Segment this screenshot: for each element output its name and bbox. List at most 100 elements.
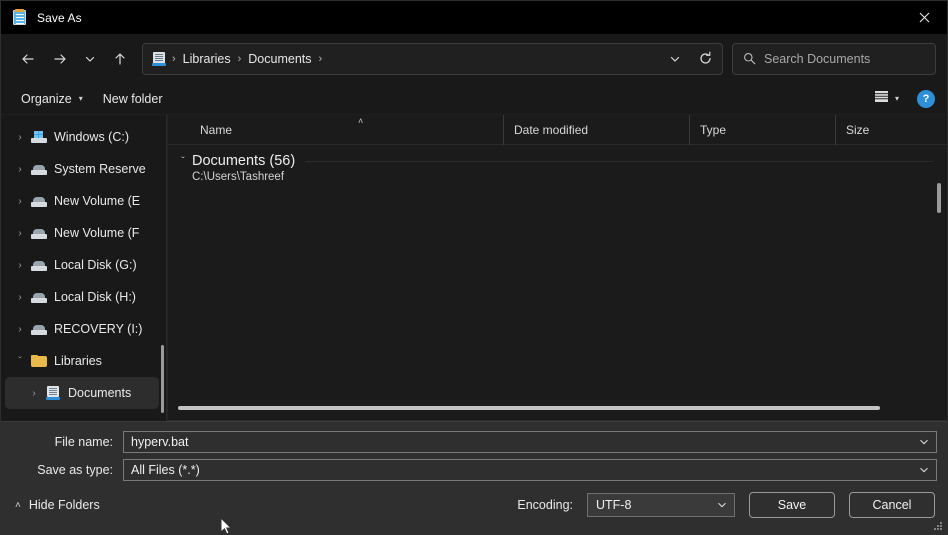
file-name-input[interactable] (131, 435, 914, 449)
chevron-down-icon[interactable]: ˇ (176, 156, 190, 167)
chevron-down-icon: ▾ (895, 94, 899, 103)
libraries-icon (151, 51, 167, 67)
file-name-combobox[interactable] (123, 431, 937, 453)
dialog-body: › Windows (C:) › System Reserve › New Volume … (1, 115, 947, 421)
folder-icon (29, 355, 49, 368)
save-button[interactable]: Save (749, 492, 835, 518)
column-header-name[interactable]: Name ˄ (180, 115, 503, 145)
breadcrumb-separator: › (236, 53, 244, 65)
sidebar-item-new-volume-f[interactable]: › New Volume (F (5, 217, 159, 249)
chevron-right-icon[interactable]: › (11, 228, 29, 239)
hide-folders-label: Hide Folders (29, 498, 100, 512)
search-input[interactable] (764, 52, 925, 66)
sidebar-item-documents[interactable]: › Documents (5, 377, 159, 409)
sidebar-item-local-disk-g[interactable]: › Local Disk (G:) (5, 249, 159, 281)
navigation-bar: › Libraries › Documents › (1, 34, 947, 83)
file-list-horizontal-scrollbar[interactable] (178, 403, 925, 413)
group-subtitle: C:\Users\Tashreef (168, 171, 947, 183)
sidebar-item-label: RECOVERY (I:) (54, 322, 142, 336)
documents-icon (43, 386, 63, 400)
navigation-pane: › Windows (C:) › System Reserve › New Volume … (1, 115, 167, 421)
file-list-vertical-scrollbar-thumb[interactable] (937, 183, 941, 213)
breadcrumb-documents[interactable]: Documents (243, 48, 316, 70)
sidebar-item-libraries[interactable]: ˇ Libraries (5, 345, 159, 377)
sidebar-item-label: System Reserve (54, 162, 146, 176)
chevron-right-icon[interactable]: › (11, 324, 29, 335)
file-list-body[interactable]: ˇ Documents (56) C:\Users\Tashreef (168, 145, 947, 421)
window-title: Save As (37, 11, 82, 25)
chevron-right-icon[interactable]: › (11, 164, 29, 175)
save-as-dialog: Save As › Libraries › Documents (0, 0, 948, 535)
help-button[interactable]: ? (917, 90, 935, 108)
drive-icon (29, 195, 49, 208)
chevron-right-icon[interactable]: › (11, 196, 29, 207)
column-header-size[interactable]: Size (835, 115, 931, 145)
sidebar-item-label: Local Disk (H:) (54, 290, 136, 304)
chevron-right-icon[interactable]: › (11, 132, 29, 143)
group-title: Documents (56) (192, 153, 295, 169)
chevron-right-icon[interactable]: › (25, 388, 43, 399)
list-view-icon (874, 90, 889, 108)
encoding-select[interactable]: UTF-8 (587, 493, 735, 517)
chevron-right-icon[interactable]: › (11, 260, 29, 271)
sort-ascending-icon: ˄ (358, 116, 363, 126)
up-button[interactable] (104, 43, 136, 75)
breadcrumb-separator: › (170, 53, 178, 65)
column-header-type[interactable]: Type (689, 115, 835, 145)
column-label-size: Size (846, 123, 869, 137)
column-label-name: Name (200, 123, 232, 137)
sidebar-item-system-reserve[interactable]: › System Reserve (5, 153, 159, 185)
breadcrumb-libraries[interactable]: Libraries (178, 48, 236, 70)
group-header[interactable]: ˇ Documents (56) (168, 145, 947, 169)
sidebar-item-label: New Volume (E (54, 194, 140, 208)
search-box[interactable] (732, 43, 936, 75)
save-panel: File name: Save as type: All Files (*.*)… (1, 421, 947, 534)
file-list-pane: Name ˄ Date modified Type Size ˇ Documen… (167, 115, 947, 421)
view-options-button[interactable]: ▾ (868, 86, 905, 112)
column-header-date-modified[interactable]: Date modified (503, 115, 689, 145)
sidebar-item-label: Libraries (54, 354, 102, 368)
sidebar-scrollbar-thumb[interactable] (161, 345, 164, 413)
resize-grip-icon[interactable] (933, 521, 943, 531)
chevron-up-icon: ˄ (15, 500, 21, 511)
sidebar-item-label: Local Disk (G:) (54, 258, 137, 272)
windows-drive-icon (29, 131, 49, 144)
new-folder-button[interactable]: New folder (93, 88, 173, 110)
sidebar-item-label: New Volume (F (54, 226, 139, 240)
address-dropdown-icon[interactable] (660, 45, 690, 73)
command-bar: Organize ▾ New folder ▾ ? (1, 83, 947, 115)
search-icon (743, 52, 756, 65)
sidebar-item-new-volume-e[interactable]: › New Volume (E (5, 185, 159, 217)
chevron-down-icon[interactable] (712, 495, 732, 515)
forward-button[interactable] (44, 43, 76, 75)
drive-icon (29, 259, 49, 272)
horizontal-scrollbar-thumb[interactable] (178, 406, 880, 410)
hide-folders-button[interactable]: ˄ Hide Folders (13, 494, 102, 516)
back-button[interactable] (12, 43, 44, 75)
cancel-button[interactable]: Cancel (849, 492, 935, 518)
sidebar-item-recovery-i[interactable]: › RECOVERY (I:) (5, 313, 159, 345)
refresh-icon[interactable] (690, 45, 720, 73)
action-buttons: Encoding: UTF-8 Save Cancel (517, 492, 935, 518)
chevron-right-icon[interactable]: › (11, 292, 29, 303)
recent-locations-button[interactable] (76, 43, 104, 75)
encoding-value: UTF-8 (596, 498, 712, 512)
sidebar-item-windows-c[interactable]: › Windows (C:) (5, 121, 159, 153)
save-as-type-value: All Files (*.*) (131, 463, 914, 477)
dialog-actions: ˄ Hide Folders Encoding: UTF-8 Save Canc… (1, 476, 947, 534)
file-name-row: File name: (11, 431, 937, 453)
encoding-label: Encoding: (517, 498, 573, 512)
sidebar-item-label: Documents (68, 386, 131, 400)
group-rule (305, 161, 933, 162)
sidebar-item-local-disk-h[interactable]: › Local Disk (H:) (5, 281, 159, 313)
close-icon[interactable] (901, 1, 947, 34)
sidebar-item-label: Windows (C:) (54, 130, 129, 144)
organize-button[interactable]: Organize ▾ (11, 88, 93, 110)
chevron-down-icon[interactable]: ˇ (11, 356, 29, 367)
title-bar: Save As (1, 1, 947, 34)
chevron-down-icon[interactable] (914, 432, 934, 452)
window-controls (901, 1, 947, 34)
address-bar[interactable]: › Libraries › Documents › (142, 43, 723, 75)
drive-icon (29, 291, 49, 304)
file-name-label: File name: (11, 435, 123, 449)
